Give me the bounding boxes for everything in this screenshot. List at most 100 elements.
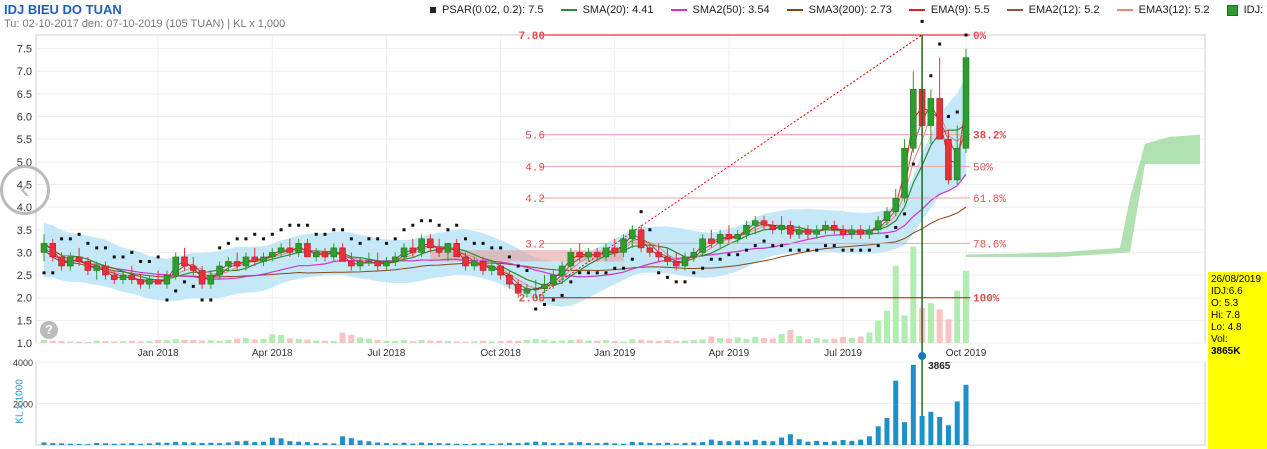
price-volume-bar [848,338,855,343]
volume-bar [638,442,644,445]
price-volume-bar [576,339,583,343]
psar-dot [604,271,608,275]
psar-dot [349,237,353,241]
candle-body [216,265,223,276]
x-tick-label: Jul 2019 [824,348,862,359]
psar-dot [253,232,257,236]
price-volume-bar [471,341,478,343]
price-volume-bar [357,337,364,343]
price-volume-bar [76,341,83,343]
volume-bar [111,443,117,445]
candle-body [637,229,645,249]
price-volume-bar [927,303,934,343]
volume-bar [331,443,337,445]
candle-body [348,261,355,267]
psar-dot [270,232,274,236]
psar-dot [674,280,678,284]
price-volume-bar [181,339,188,343]
price-volume-bar [480,340,487,343]
price-volume-bar [286,338,293,343]
volume-bar [937,416,943,445]
volume-bar [831,441,837,445]
price-volume-bar [242,338,249,343]
volume-bar [515,443,521,445]
psar-dot [218,246,222,250]
candle-body [444,243,452,253]
fib-right-label: 0% [973,31,987,43]
candle-body [383,261,390,267]
volume-bar [138,443,144,445]
candle-body [769,224,777,231]
psar-dot [586,271,590,275]
candle-body [725,234,733,240]
volume-bar [805,441,811,445]
price-volume-bar [93,340,100,343]
volume-bar [419,442,425,445]
candle-body [128,274,136,280]
candle-body [418,238,425,253]
volume-bar [489,443,495,445]
psar-dot [736,253,740,257]
price-volume-bar [234,338,241,343]
price-volume-bar [910,246,917,343]
candle-body [857,229,864,235]
volume-bar [664,442,670,445]
psar-dot [867,248,871,252]
volume-bar [375,442,381,445]
price-volume-bar [611,341,618,343]
price-volume-bar [901,315,908,343]
psar-dot [288,223,292,227]
psar-dot [428,219,432,223]
question-icon[interactable]: ? [40,321,58,339]
candle-body [137,279,144,285]
psar-dot [780,244,784,248]
volume-bar [726,441,732,445]
volume-annotation: 3865 [928,361,951,372]
candle-body [831,224,838,231]
x-tick-label: Jan 2019 [594,348,636,359]
price-chart[interactable]: 1.01.52.02.53.03.54.04.55.05.56.06.57.07… [0,0,1267,449]
volume-axis-label: KL x 1000 [14,379,26,424]
volume-bar [761,440,767,445]
price-volume-bar [225,340,232,343]
price-volume-bar [664,340,671,343]
price-volume-bar [892,265,899,343]
psar-dot [384,241,388,245]
psar-dot [226,241,230,245]
volume-bar [691,442,697,445]
psar-dot [771,244,775,248]
volume-bar [779,437,785,445]
price-volume-bar [163,340,170,343]
psar-dot [139,259,143,263]
candle-body [541,283,548,289]
price-volume-bar [752,336,759,343]
volume-bar [357,440,363,445]
chevron-left-icon[interactable]: ‹ [0,165,50,215]
volume-bar [102,443,108,445]
price-volume-bar [515,340,522,343]
y-tick-label: 2.5 [17,270,32,282]
volume-bar [559,442,565,445]
psar-dot [657,271,661,275]
volume-bar [436,443,442,445]
price-volume-bar [260,339,267,343]
x-tick-label: Jul 2018 [368,348,406,359]
price-volume-bar [497,341,504,343]
volume-bar [392,443,398,445]
candle-body [532,288,539,290]
psar-dot [112,255,116,259]
volume-bar [717,440,723,445]
volume-bar [893,380,899,445]
psar-dot [946,115,950,119]
price-volume-bar [199,340,206,343]
volume-bar [146,443,152,445]
candle-body [822,224,829,231]
candle-body [471,261,478,267]
candle-body [681,256,689,267]
candle-body [181,256,188,267]
candle-body [400,247,408,258]
price-volume-bar [725,338,732,343]
psar-dot [60,237,64,241]
psar-dot [262,237,266,241]
info-box: 26/08/2019 IDJ:6.6 O: 5.3 Hi: 7.8 Lo: 4.… [1208,272,1267,449]
